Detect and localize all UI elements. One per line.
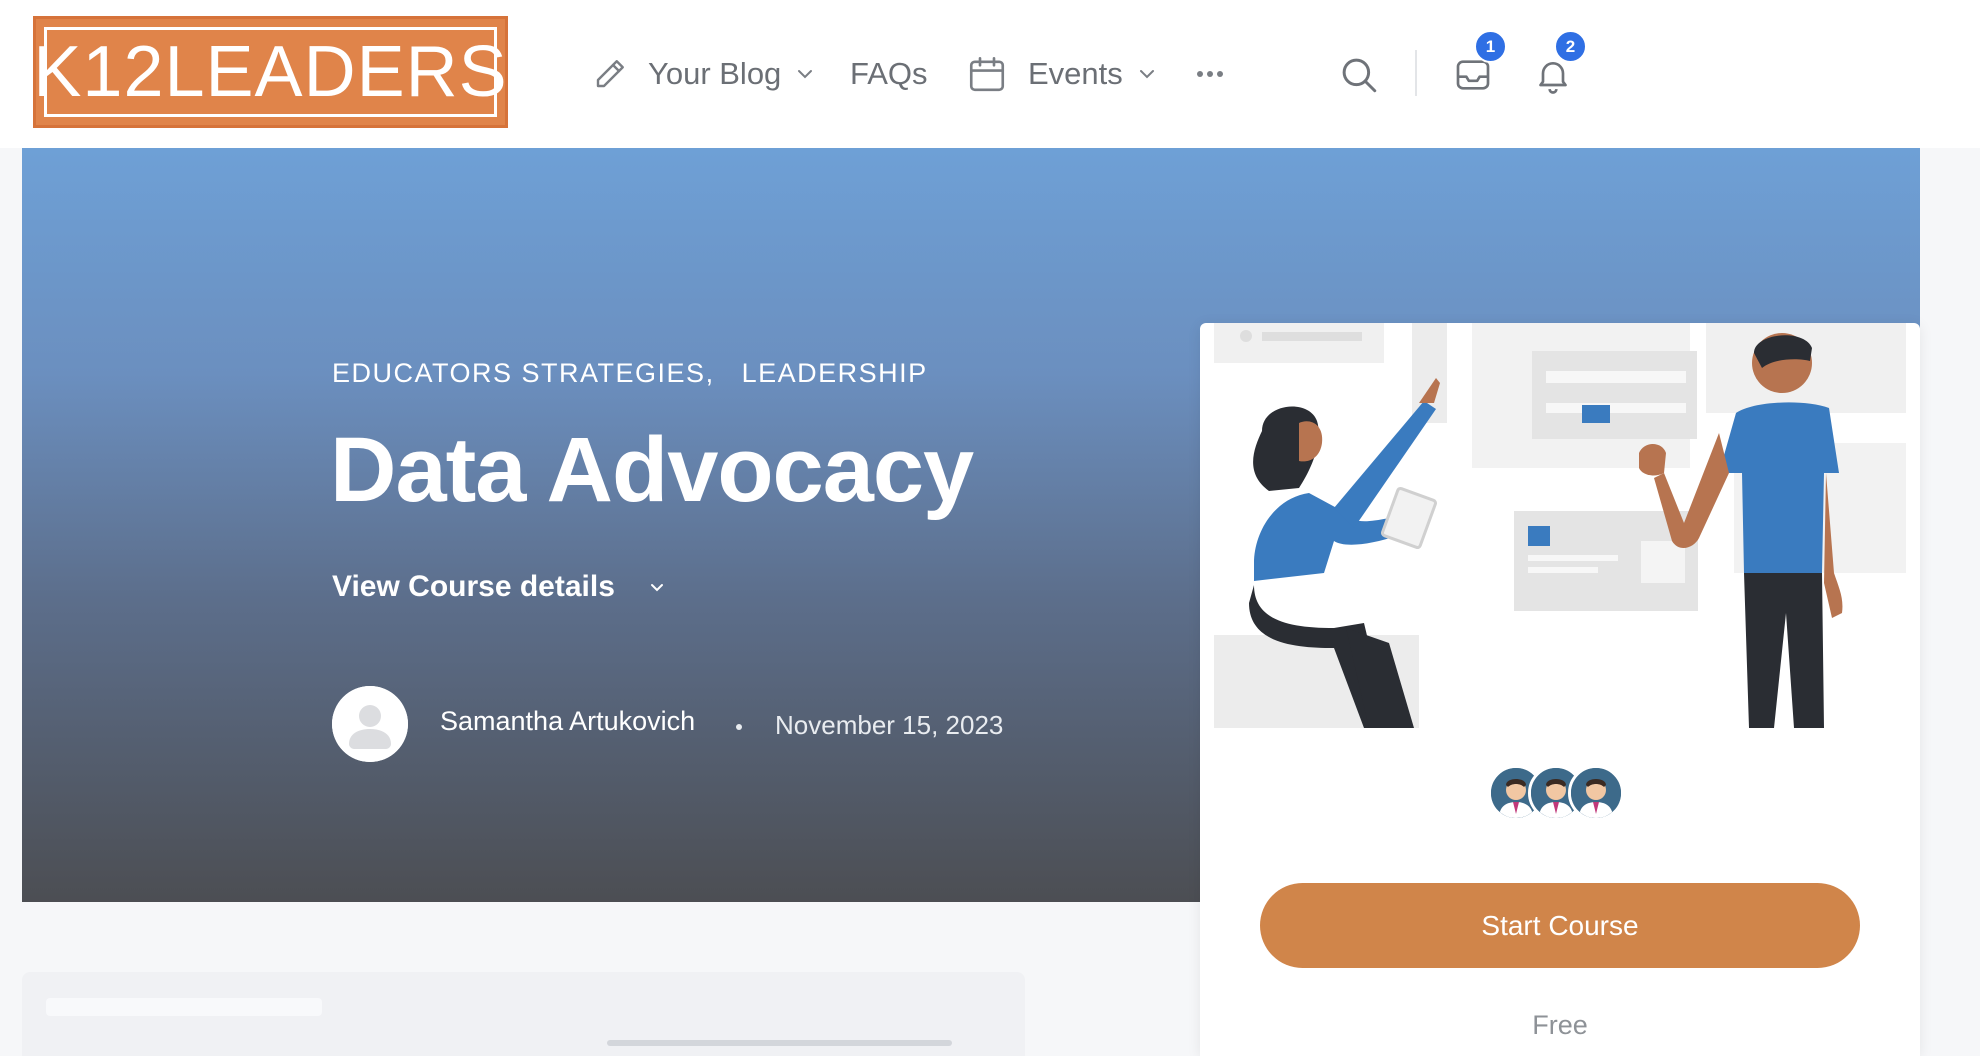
- enrolled-avatars: [1488, 765, 1628, 821]
- header-divider: [1415, 50, 1417, 96]
- nav-item-your-blog[interactable]: Your Blog: [592, 56, 815, 92]
- author-avatar[interactable]: [332, 686, 408, 762]
- nav-group-events: Events: [966, 40, 1157, 108]
- more-menu-button[interactable]: [1196, 69, 1224, 79]
- meta-separator-dot: [736, 724, 742, 730]
- chevron-down-icon: [615, 577, 667, 597]
- nav-item-events[interactable]: Events: [966, 53, 1157, 95]
- notifications-badge: 2: [1554, 30, 1587, 63]
- category-link[interactable]: LEADERSHIP: [742, 358, 928, 388]
- details-toggle-label: View Course details: [332, 570, 615, 603]
- category-link[interactable]: EDUCATORS STRATEGIES: [332, 358, 706, 388]
- course-title: Data Advocacy: [330, 419, 974, 521]
- course-date: November 15, 2023: [775, 710, 1004, 740]
- student-avatar: [1568, 765, 1624, 821]
- chevron-down-icon: [795, 64, 815, 84]
- inbox-badge: 1: [1474, 30, 1507, 63]
- inbox-button[interactable]: 1: [1448, 30, 1507, 100]
- logo-text: K12LEADERS: [33, 32, 508, 112]
- search-button[interactable]: [1334, 50, 1384, 100]
- pencil-icon: [592, 56, 628, 92]
- course-content-panel: [22, 972, 1025, 1056]
- course-illustration: [1214, 323, 1906, 728]
- nav-label-faqs: FAQs: [850, 56, 928, 91]
- site-logo[interactable]: K12LEADERS: [33, 16, 508, 128]
- course-categories: EDUCATORS STRATEGIES, LEADERSHIP: [332, 358, 928, 389]
- course-price: Free: [1532, 1010, 1588, 1040]
- chevron-down-icon: [1137, 64, 1157, 84]
- nav-item-faqs[interactable]: FAQs: [850, 56, 928, 92]
- logo-frame: K12LEADERS: [33, 27, 507, 117]
- more-icon: [1196, 69, 1224, 79]
- site-header: K12LEADERS Your Blog FAQs Events 1 2: [0, 0, 1980, 148]
- nav-group-more: [1196, 40, 1224, 108]
- search-icon: [1338, 54, 1380, 96]
- main-nav: Your Blog: [592, 40, 815, 108]
- user-placeholder-icon: [332, 686, 408, 762]
- content-placeholder: [607, 1040, 952, 1046]
- start-course-button[interactable]: Start Course: [1260, 883, 1860, 968]
- notifications-button[interactable]: 2: [1528, 30, 1587, 100]
- author-name[interactable]: Samantha Artukovich: [440, 706, 695, 737]
- category-separator: ,: [705, 358, 715, 388]
- calendar-icon: [966, 53, 1008, 95]
- view-course-details-toggle[interactable]: View Course details: [332, 570, 667, 604]
- nav-label-your-blog: Your Blog: [648, 56, 782, 91]
- nav-group-faqs: FAQs: [850, 40, 928, 108]
- course-card: Start Course: [1200, 323, 1920, 1056]
- content-placeholder: [46, 998, 322, 1016]
- nav-label-events: Events: [1028, 56, 1123, 91]
